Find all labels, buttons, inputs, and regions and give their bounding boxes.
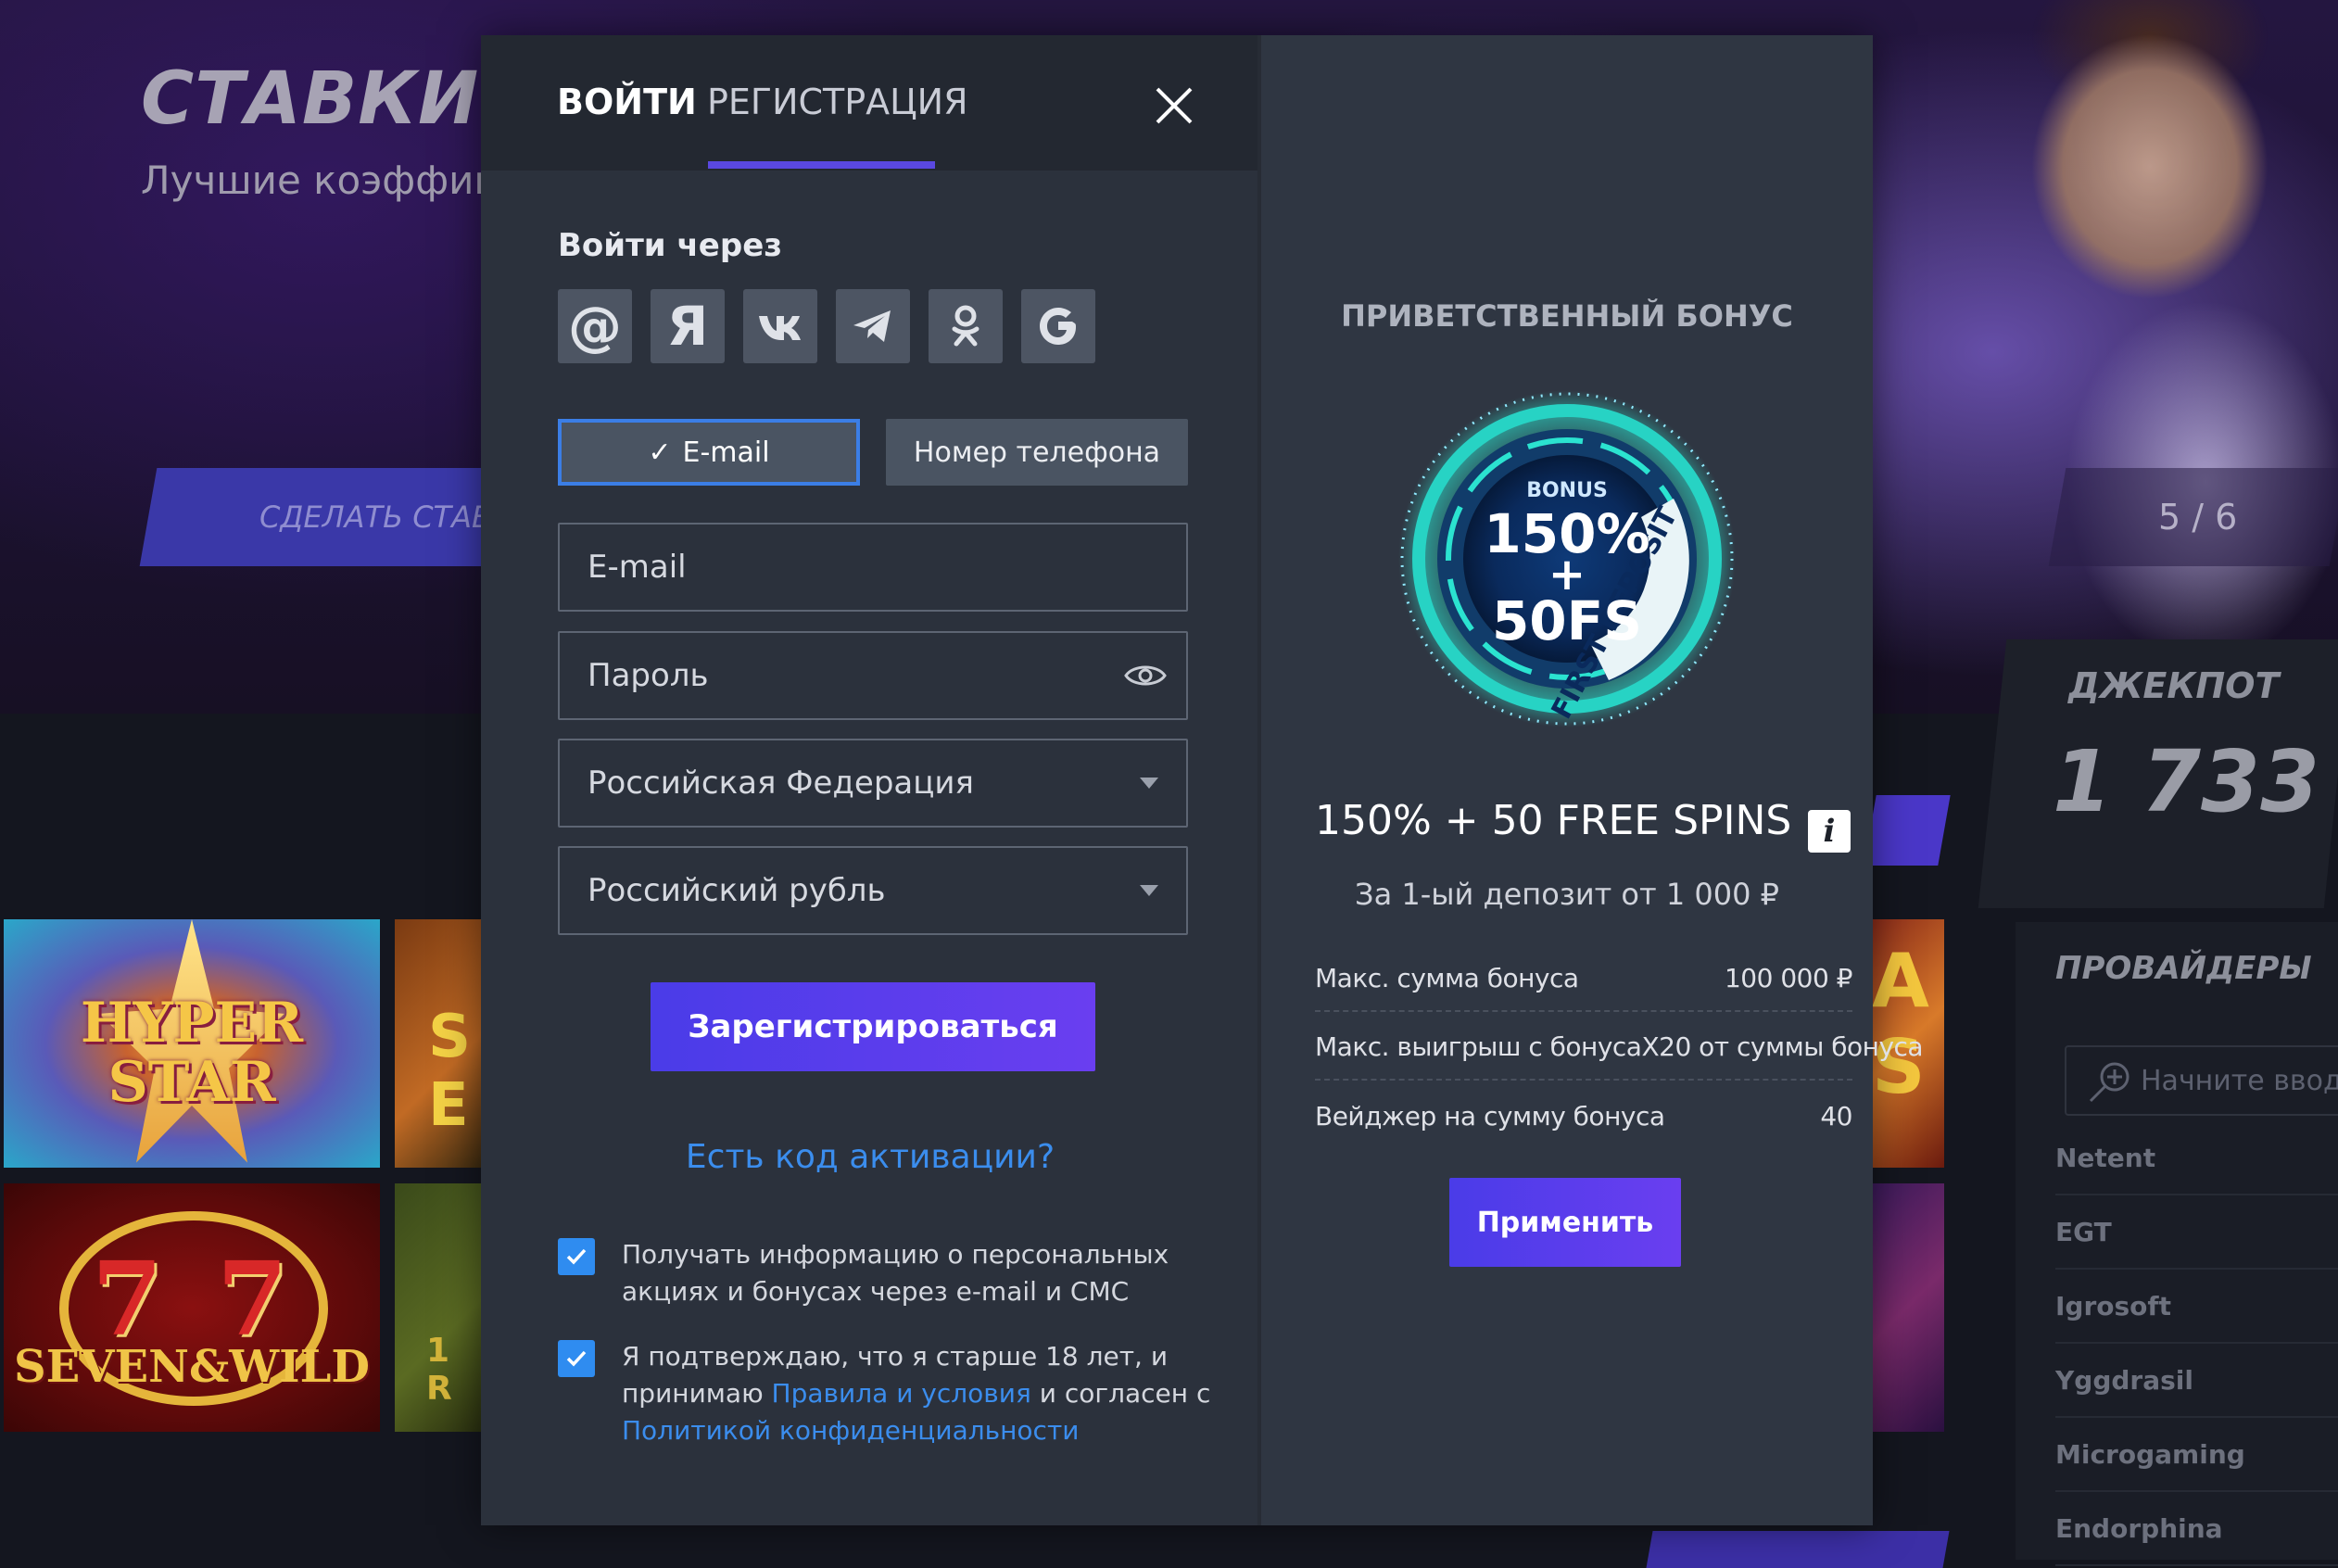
providers-search-placeholder: Начните ввод xyxy=(2141,1064,2338,1097)
jackpot-label: ДЖЕКПОТ xyxy=(2068,665,2280,706)
bonus-detail-value: X20 от суммы бонуса xyxy=(1641,1031,1924,1062)
game-tile-title: SEVEN&WILD xyxy=(13,1341,371,1393)
provider-item[interactable]: Netent xyxy=(2055,1121,2338,1195)
providers-list: Netent EGT Igrosoft Yggdrasil Microgamin… xyxy=(2055,1121,2338,1566)
hero-subtitle: Лучшие коэффиц xyxy=(141,158,500,203)
background-accent-bar xyxy=(1646,1531,1950,1568)
badge-spins-text: 50FS xyxy=(1492,589,1642,652)
chevron-down-icon xyxy=(1140,778,1158,789)
vk-icon xyxy=(759,316,801,340)
yandex-icon: Я xyxy=(666,295,709,358)
bonus-detail-label: Вейджер на сумму бонуса xyxy=(1315,1100,1665,1132)
terms-link[interactable]: Правила и условия xyxy=(772,1378,1031,1409)
slide-counter: 5 / 6 xyxy=(2048,468,2338,566)
social-login-google[interactable] xyxy=(1021,289,1095,363)
background-accent-bar xyxy=(1864,795,1951,866)
mail-ru-icon: @ xyxy=(568,295,622,358)
provider-item[interactable]: Endorphina xyxy=(2055,1492,2338,1566)
provider-item[interactable]: Yggdrasil xyxy=(2055,1344,2338,1418)
providers-search-input[interactable]: Начните ввод xyxy=(2065,1045,2338,1116)
game-tile-title: S E xyxy=(428,1003,472,1140)
social-login-mail-ru[interactable]: @ xyxy=(558,289,632,363)
country-select-value: Российская Федерация xyxy=(588,765,974,802)
currency-select[interactable]: Российский рубль xyxy=(558,846,1188,935)
telegram-icon xyxy=(853,310,891,342)
social-login-odnoklassniki[interactable] xyxy=(929,289,1003,363)
password-input[interactable] xyxy=(588,657,1106,694)
bonus-detail-value: 40 xyxy=(1820,1100,1852,1132)
auth-modal: ВОЙТИ РЕГИСТРАЦИЯ Войти через @ Я ✓ E-ma… xyxy=(481,35,1924,1525)
social-login-vk[interactable] xyxy=(743,289,817,363)
email-input[interactable] xyxy=(588,549,1106,586)
privacy-policy-link[interactable]: Политикой конфиденциальности xyxy=(622,1415,1079,1446)
checkmark-icon xyxy=(566,1248,587,1265)
providers-title: ПРОВАЙДЕРЫ xyxy=(2055,950,2312,987)
odnoklassniki-icon xyxy=(952,305,979,347)
bonus-detail-row: Макс. сумма бонуса 100 000 ₽ xyxy=(1315,945,1853,1012)
game-tile-title: A S xyxy=(1872,938,1929,1110)
slide-counter-text: 5 / 6 xyxy=(2157,497,2238,537)
provider-item[interactable]: Microgaming xyxy=(2055,1418,2338,1492)
marketing-consent-checkbox[interactable] xyxy=(558,1238,595,1275)
mode-email-button[interactable]: ✓ E-mail xyxy=(558,419,860,486)
bonus-detail-value: 100 000 ₽ xyxy=(1724,962,1853,993)
bonus-title: 150% + 50 FREE SPINS xyxy=(1315,797,1792,844)
social-login-yandex[interactable]: Я xyxy=(651,289,725,363)
activation-code-link[interactable]: Есть код активации? xyxy=(481,1138,1259,1176)
badge-top-text: BONUS xyxy=(1526,479,1608,502)
chevron-down-icon xyxy=(1140,885,1158,896)
provider-item[interactable]: EGT xyxy=(2055,1195,2338,1270)
bonus-detail-row: Вейджер на сумму бонуса 40 xyxy=(1315,1082,1852,1149)
game-tile-hyper-star[interactable]: HYPER STAR xyxy=(4,919,380,1168)
email-field[interactable] xyxy=(558,523,1188,612)
bonus-subtitle: За 1-ый депозит от 1 000 ₽ xyxy=(1355,877,1779,912)
google-icon xyxy=(1040,308,1076,345)
country-select[interactable]: Российская Федерация xyxy=(558,739,1188,828)
check-icon: ✓ xyxy=(648,436,672,469)
password-field[interactable] xyxy=(558,631,1188,720)
search-plus-icon xyxy=(2089,1062,2129,1103)
tab-login[interactable]: ВОЙТИ xyxy=(557,82,697,122)
info-icon[interactable]: i xyxy=(1808,810,1851,853)
apply-bonus-button[interactable]: Применить xyxy=(1449,1178,1681,1267)
provider-item[interactable]: Igrosoft xyxy=(2055,1270,2338,1344)
game-tile-title: 1 R xyxy=(426,1332,452,1408)
social-login-telegram[interactable] xyxy=(836,289,910,363)
active-tab-indicator xyxy=(708,161,935,169)
game-tile-seven-wild[interactable]: 7 7 SEVEN&WILD xyxy=(4,1183,380,1432)
welcome-bonus-label: ПРИВЕТСТВЕННЫЙ БОНУС xyxy=(1341,298,1793,334)
currency-select-value: Российский рубль xyxy=(588,872,886,909)
bonus-detail-label: Макс. выигрыш с бонуса xyxy=(1315,1031,1642,1062)
tab-register[interactable]: РЕГИСТРАЦИЯ xyxy=(707,82,968,122)
bonus-detail-label: Макс. сумма бонуса xyxy=(1315,962,1579,993)
terms-consent-label: Я подтверждаю, что я старше 18 лет, и пр… xyxy=(622,1338,1215,1449)
game-tile-partial[interactable]: S E xyxy=(395,919,484,1168)
bonus-detail-row: Макс. выигрыш с бонуса X20 от суммы бону… xyxy=(1315,1014,1924,1081)
game-tile-partial[interactable] xyxy=(1870,1183,1944,1432)
marketing-consent-label: Получать информацию о персональных акция… xyxy=(622,1239,1169,1307)
mode-phone-button[interactable]: Номер телефона xyxy=(886,419,1188,486)
terms-middle: и согласен с xyxy=(1039,1378,1211,1409)
jackpot-value: 1 733 5 xyxy=(2053,732,2338,831)
bonus-content: ПРИВЕТСТВЕННЫЙ БОНУС FIRST DEPOSIT BONUS… xyxy=(1261,35,1924,1525)
game-tile-title: HYPER STAR xyxy=(80,991,304,1115)
eye-icon[interactable] xyxy=(1123,657,1168,694)
game-tile-partial[interactable]: 1 R xyxy=(395,1183,484,1432)
register-button[interactable]: Зарегистрироваться xyxy=(651,982,1095,1071)
close-icon[interactable] xyxy=(1146,78,1202,133)
login-via-label: Войти через xyxy=(558,227,783,264)
bonus-badge-image: FIRST DEPOSIT BONUS 150% + 50FS xyxy=(1398,390,1736,727)
terms-consent-checkbox[interactable] xyxy=(558,1340,595,1377)
mode-email-label: E-mail xyxy=(682,436,770,469)
checkmark-icon xyxy=(566,1350,587,1367)
